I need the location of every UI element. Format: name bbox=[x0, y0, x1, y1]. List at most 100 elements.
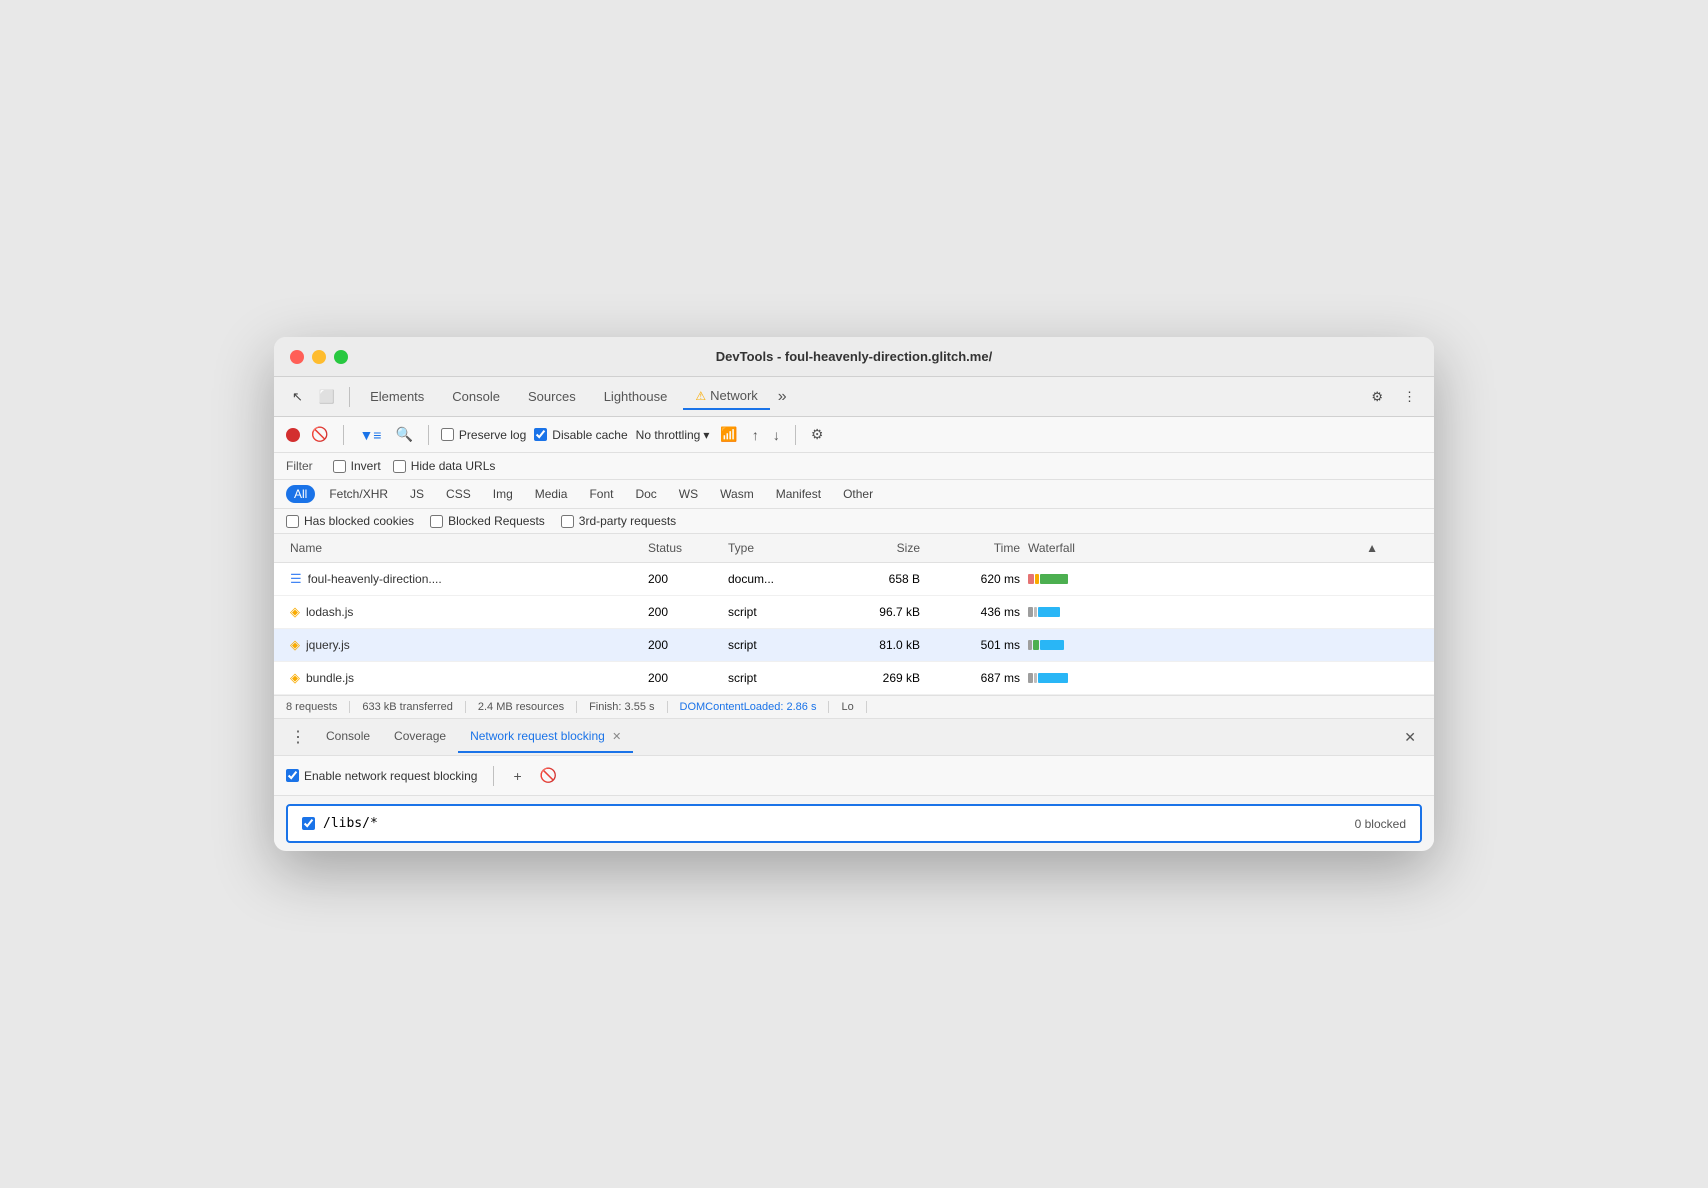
title-bar: DevTools - foul-heavenly-direction.glitc… bbox=[274, 337, 1434, 377]
type-filter-ws[interactable]: WS bbox=[671, 485, 706, 503]
main-toolbar: ↖ ⬜ Elements Console Sources Lighthouse … bbox=[274, 377, 1434, 417]
invert-checkbox[interactable]: Invert bbox=[333, 459, 381, 473]
table-row[interactable]: ◈ jquery.js 200 script 81.0 kB 501 ms bbox=[274, 629, 1434, 662]
tab-network[interactable]: ⚠ Network bbox=[683, 383, 769, 410]
table-row[interactable]: ☰ foul-heavenly-direction.... 200 docum.… bbox=[274, 563, 1434, 596]
cursor-icon[interactable]: ↖ bbox=[286, 385, 309, 409]
script-icon: ◈ bbox=[290, 670, 300, 686]
type-filter-font[interactable]: Font bbox=[581, 485, 621, 503]
header-type: Type bbox=[724, 539, 824, 557]
script-icon: ◈ bbox=[290, 604, 300, 620]
row-waterfall bbox=[1024, 671, 1382, 685]
clear-patterns-button[interactable]: 🚫 bbox=[537, 764, 560, 787]
rule-checkbox[interactable] bbox=[302, 817, 315, 830]
type-filter-img[interactable]: Img bbox=[485, 485, 521, 503]
clear-button[interactable]: 🚫 bbox=[308, 423, 331, 446]
type-filter-other[interactable]: Other bbox=[835, 485, 881, 503]
preserve-log-checkbox[interactable]: Preserve log bbox=[441, 428, 526, 442]
row-waterfall bbox=[1024, 572, 1382, 586]
type-filter-media[interactable]: Media bbox=[527, 485, 576, 503]
network-toolbar: 🚫 ▼≡ 🔍 Preserve log Disable cache No thr… bbox=[274, 417, 1434, 453]
row-time: 436 ms bbox=[924, 603, 1024, 621]
row-time: 687 ms bbox=[924, 669, 1024, 687]
more-panels-button[interactable]: ⋮ bbox=[282, 719, 314, 755]
has-blocked-cookies-checkbox[interactable]: Has blocked cookies bbox=[286, 514, 414, 528]
row-time: 620 ms bbox=[924, 570, 1024, 588]
table-row[interactable]: ◈ lodash.js 200 script 96.7 kB 436 ms bbox=[274, 596, 1434, 629]
script-icon: ◈ bbox=[290, 637, 300, 653]
row-type: script bbox=[724, 603, 824, 621]
upload-icon[interactable]: ↑ bbox=[749, 424, 762, 446]
blocked-requests-checkbox[interactable]: Blocked Requests bbox=[430, 514, 545, 528]
more-tabs-button[interactable]: » bbox=[774, 384, 791, 410]
row-size: 658 B bbox=[824, 570, 924, 588]
row-name-col: ☰ foul-heavenly-direction.... bbox=[286, 569, 644, 589]
type-filter-wasm[interactable]: Wasm bbox=[712, 485, 762, 503]
bottom-panel: ⋮ Console Coverage Network request block… bbox=[274, 719, 1434, 843]
filter-label: Filter bbox=[286, 459, 313, 473]
type-filter-all[interactable]: All bbox=[286, 485, 315, 503]
requests-count: 8 requests bbox=[286, 701, 350, 713]
download-icon[interactable]: ↓ bbox=[770, 424, 783, 446]
dom-content-loaded: DOMContentLoaded: 2.86 s bbox=[668, 701, 830, 713]
row-time: 501 ms bbox=[924, 636, 1024, 654]
disable-cache-checkbox[interactable]: Disable cache bbox=[534, 428, 627, 442]
wifi-icon[interactable]: 📶 bbox=[717, 423, 740, 446]
header-waterfall: Waterfall ▲ bbox=[1024, 539, 1382, 557]
blocking-rule-left: /libs/* bbox=[302, 816, 378, 831]
table-header: Name Status Type Size Time Waterfall ▲ bbox=[274, 534, 1434, 563]
filter-icon[interactable]: ▼≡ bbox=[356, 424, 384, 446]
tab-lighthouse[interactable]: Lighthouse bbox=[592, 384, 680, 409]
type-filter-js[interactable]: JS bbox=[402, 485, 432, 503]
warning-icon: ⚠ bbox=[695, 389, 706, 403]
search-icon[interactable]: 🔍 bbox=[392, 423, 415, 446]
type-filter-fetch-xhr[interactable]: Fetch/XHR bbox=[321, 485, 396, 503]
separator bbox=[493, 766, 494, 786]
traffic-lights bbox=[290, 350, 348, 364]
header-time: Time bbox=[924, 539, 1024, 557]
tab-sources[interactable]: Sources bbox=[516, 384, 588, 409]
row-type: docum... bbox=[724, 570, 824, 588]
row-status: 200 bbox=[644, 636, 724, 654]
tab-network-request-blocking[interactable]: Network request blocking ✕ bbox=[458, 721, 633, 753]
type-filter-css[interactable]: CSS bbox=[438, 485, 479, 503]
row-status: 200 bbox=[644, 669, 724, 687]
sort-icon[interactable]: ▲ bbox=[1366, 541, 1378, 555]
tab-elements[interactable]: Elements bbox=[358, 384, 436, 409]
tab-console[interactable]: Console bbox=[314, 721, 382, 753]
add-pattern-button[interactable]: + bbox=[510, 765, 524, 787]
separator bbox=[343, 425, 344, 445]
header-name: Name bbox=[286, 539, 644, 557]
third-party-requests-checkbox[interactable]: 3rd-party requests bbox=[561, 514, 676, 528]
header-status: Status bbox=[644, 539, 724, 557]
close-button[interactable] bbox=[290, 350, 304, 364]
minimize-button[interactable] bbox=[312, 350, 326, 364]
more-options-button[interactable]: ⋮ bbox=[1397, 385, 1422, 409]
type-filter-doc[interactable]: Doc bbox=[627, 485, 664, 503]
table-row[interactable]: ◈ bundle.js 200 script 269 kB 687 ms bbox=[274, 662, 1434, 695]
rule-pattern: /libs/* bbox=[323, 816, 378, 831]
type-filter-manifest[interactable]: Manifest bbox=[768, 485, 829, 503]
separator bbox=[795, 425, 796, 445]
close-bottom-panel-button[interactable]: ✕ bbox=[1394, 723, 1426, 752]
window-title: DevTools - foul-heavenly-direction.glitc… bbox=[716, 349, 992, 364]
row-name-col: ◈ lodash.js bbox=[286, 602, 644, 622]
load-time: Lo bbox=[829, 701, 866, 713]
tab-console[interactable]: Console bbox=[440, 384, 512, 409]
tab-coverage[interactable]: Coverage bbox=[382, 721, 458, 753]
throttle-select[interactable]: No throttling ▾ bbox=[636, 428, 710, 442]
inspect-icon[interactable]: ⬜ bbox=[313, 385, 341, 409]
settings-button[interactable]: ⚙ bbox=[1365, 385, 1389, 409]
hide-data-urls-checkbox[interactable]: Hide data URLs bbox=[393, 459, 496, 473]
enable-blocking-checkbox[interactable]: Enable network request blocking bbox=[286, 769, 477, 783]
maximize-button[interactable] bbox=[334, 350, 348, 364]
status-bar: 8 requests 633 kB transferred 2.4 MB res… bbox=[274, 695, 1434, 719]
network-table: Name Status Type Size Time Waterfall ▲ ☰… bbox=[274, 534, 1434, 695]
blocking-rule-item[interactable]: /libs/* 0 blocked bbox=[286, 804, 1422, 843]
row-size: 96.7 kB bbox=[824, 603, 924, 621]
record-button[interactable] bbox=[286, 428, 300, 442]
checkbox-filter-bar: Has blocked cookies Blocked Requests 3rd… bbox=[274, 509, 1434, 534]
network-settings-icon[interactable]: ⚙ bbox=[808, 423, 827, 446]
tab-close-button[interactable]: ✕ bbox=[612, 731, 621, 743]
separator bbox=[349, 387, 350, 407]
